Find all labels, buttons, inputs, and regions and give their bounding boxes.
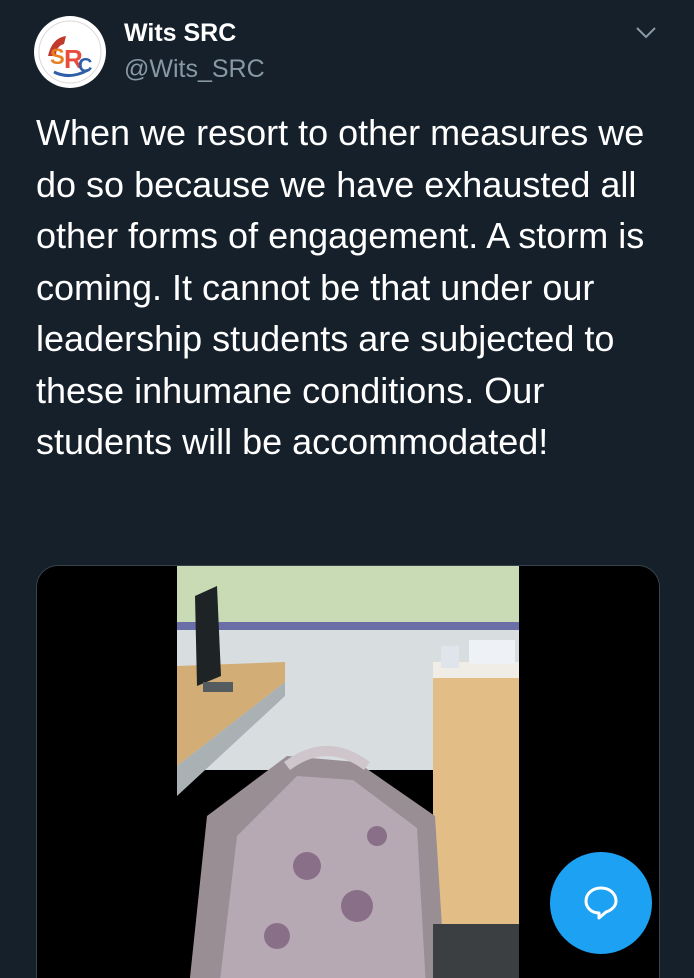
display-name[interactable]: Wits SRC <box>124 18 236 48</box>
tweet-text: When we resort to other measures we do s… <box>36 112 645 462</box>
avatar[interactable]: S R C <box>34 16 106 88</box>
src-logo-icon: S R C <box>35 17 105 87</box>
user-handle[interactable]: @Wits_SRC <box>124 54 265 84</box>
compose-message-button[interactable] <box>550 852 652 954</box>
tweet-card: S R C Wits SRC @Wits_SRC When we resort … <box>0 0 694 978</box>
chevron-down-icon[interactable] <box>634 22 658 42</box>
video-frame <box>177 566 519 978</box>
svg-text:S: S <box>50 44 65 69</box>
compose-message-icon <box>584 886 618 920</box>
